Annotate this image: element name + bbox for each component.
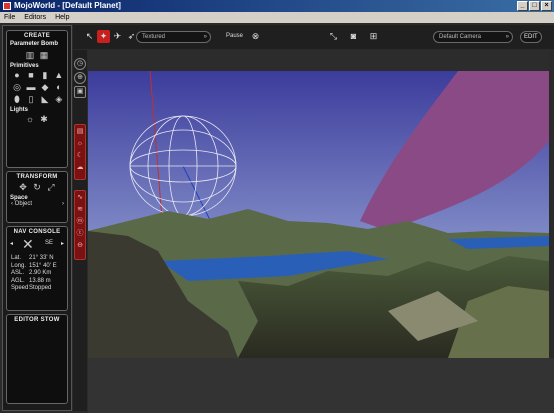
maximize-button[interactable]: □ [529,1,540,11]
param-bomb-alt-icon[interactable]: ▦ [39,50,49,60]
close-button[interactable]: × [541,1,552,11]
menu-bar: File Editors Help [0,12,554,23]
menu-editors[interactable]: Editors [24,12,46,23]
wedge-icon[interactable]: ◣ [40,94,50,104]
nav-long-row: Long. 151° 40' E [11,262,57,269]
transform-section: TRANSFORM ✥ ↻ ⤢ Space ‹ Object › [6,171,68,223]
nav-speed-value: Stopped [29,285,52,291]
transform-tools: ✥ ↻ ⤢ [7,181,67,193]
transform-header: TRANSFORM [16,174,58,180]
compass-needle-icon: ✕ [22,236,34,252]
nav-console-section: NAV CONSOLE ◂ ✕ SE ▸ Lat. 21° 33' N Long.… [6,226,68,311]
pause-button-icon[interactable]: ⊗ [249,30,262,43]
point-light-icon[interactable]: ✱ [39,114,49,124]
window-controls: _ □ × [517,1,552,11]
title-bar: MojoWorld - [Default Planet] _ □ × [0,0,554,12]
scale-icon[interactable]: ⤢ [46,182,56,192]
create-section: CREATE Parameter Bomb ▥ ▦ Primitives ● ■… [6,30,68,168]
camera-arrow-icon: » [505,34,509,40]
nav-left-arrow-icon[interactable]: ◂ [10,240,13,247]
left-panel: CREATE Parameter Bomb ▥ ▦ Primitives ● ■… [2,25,72,411]
space-select[interactable]: ‹ Object › [7,201,67,207]
terrain-tool-icon[interactable]: ∿ [75,192,85,203]
scene-render [88,71,549,358]
pan-icon[interactable]: ⤡ [327,30,340,43]
camera-icon[interactable]: ◙ [347,30,360,43]
top-toolbar: ↖ ✦ ✈ ➶ Textured » Pause ⊗ ⤡ ◙ ⊞ Default… [73,25,554,49]
capsule-icon[interactable]: ⬮ [12,94,22,104]
grid-icon[interactable]: ⊞ [367,30,380,43]
nav-compass[interactable]: ◂ ✕ SE ▸ [7,235,67,255]
chevron-right-icon: › [62,201,64,207]
param-bomb-icon[interactable]: ▥ [25,50,35,60]
effects-tool-icon[interactable]: ⊖ [75,240,85,251]
app-icon [3,2,11,10]
transform-tool-icon[interactable]: ⓣ [75,228,85,239]
moon-tool-icon[interactable]: ☾ [75,150,85,161]
render-mode-arrow-icon: » [203,34,207,40]
editor-stow-header: EDITOR STOW [14,317,60,323]
cylinder-icon[interactable]: ▮ [40,70,50,80]
create-header: CREATE [23,33,51,39]
param-bomb-row: ▥ ▦ [7,49,67,61]
object-tool-group: ∿ ≋ ⓜ ⓣ ⊖ [74,190,86,260]
edit-button[interactable]: EDIT [520,31,542,43]
nav-lat-value: 21° 33' N [29,255,54,261]
nav-long-value: 151° 40' E [29,262,57,269]
pause-label: Pause [226,33,244,39]
globe-icon[interactable]: ⊕ [74,72,86,84]
viewport-right-border [549,50,554,358]
primitives-grid: ● ■ ▮ ▲ ◎ ▬ ◆ ◐ ⬮ ▯ ◣ ◈ [7,69,67,105]
nav-speed-row: SpeedStopped [11,285,52,291]
environment-tool-group: ▤ ☼ ☾ ☁ [74,124,86,180]
tube-icon[interactable]: ▯ [26,94,36,104]
sun-tool-icon[interactable]: ☼ [75,138,85,149]
minimize-button[interactable]: _ [517,1,528,11]
menu-help[interactable]: Help [55,12,69,23]
nav-asl-value: 2.90 Km [29,270,52,276]
water-tool-icon[interactable]: ≋ [75,204,85,215]
nav-agl-row: AGL. 13.88 m [11,277,51,284]
nav-heading: SE [45,240,54,246]
viewport-bottom-area [88,358,554,413]
nav-lat-row: Lat. 21° 33' N [11,255,54,261]
nav-asl-row: ASL. 2.90 Km [11,270,52,276]
3d-viewport[interactable] [88,71,549,358]
material-tool-icon[interactable]: ⓜ [75,216,85,227]
plane-primitive-icon[interactable]: ▬ [26,82,36,92]
torus-icon[interactable]: ◎ [12,82,22,92]
chevron-left-icon: ‹ [11,201,13,207]
cube-icon[interactable]: ■ [26,70,36,80]
walker-icon[interactable]: ✦ [97,30,110,43]
lights-row: ☼ ✱ [7,113,67,125]
nav-agl-value: 13.88 m [29,277,51,284]
mesh-icon[interactable]: ◈ [54,94,64,104]
param-bomb-label: Parameter Bomb [10,41,59,47]
disk-icon[interactable]: ◐ [54,82,64,92]
cone-icon[interactable]: ▲ [54,70,64,80]
plane-icon[interactable]: ✈ [111,30,124,43]
render-mode-select[interactable]: Textured » [136,31,211,43]
sun-light-icon[interactable]: ☼ [25,114,35,124]
editor-stow-section: EDITOR STOW [6,314,68,404]
sky-tool-icon[interactable]: ▤ [75,126,85,137]
window-title: MojoWorld - [Default Planet] [14,1,121,10]
camera-value: Default Camera [439,34,482,40]
viewport-top-border [88,50,554,71]
cloud-tool-icon[interactable]: ☁ [75,162,85,173]
pyramid-icon[interactable]: ◆ [40,82,50,92]
pointer-icon[interactable]: ↖ [83,30,96,43]
compass-icon[interactable]: ◷ [74,58,86,70]
menu-file[interactable]: File [4,12,15,23]
vertical-toolstrip: ◷ ⊕ ▣ ▤ ☼ ☾ ☁ ∿ ≋ ⓜ ⓣ ⊖ [73,50,87,411]
sphere-icon[interactable]: ● [12,70,22,80]
rotate-icon[interactable]: ↻ [32,182,42,192]
camera-select[interactable]: Default Camera » [433,31,513,43]
nav-right-arrow-icon[interactable]: ▸ [61,240,64,247]
space-value: Object [14,201,33,207]
screen-icon[interactable]: ▣ [74,86,86,98]
move-icon[interactable]: ✥ [18,182,28,192]
render-mode-value: Textured [142,34,166,40]
